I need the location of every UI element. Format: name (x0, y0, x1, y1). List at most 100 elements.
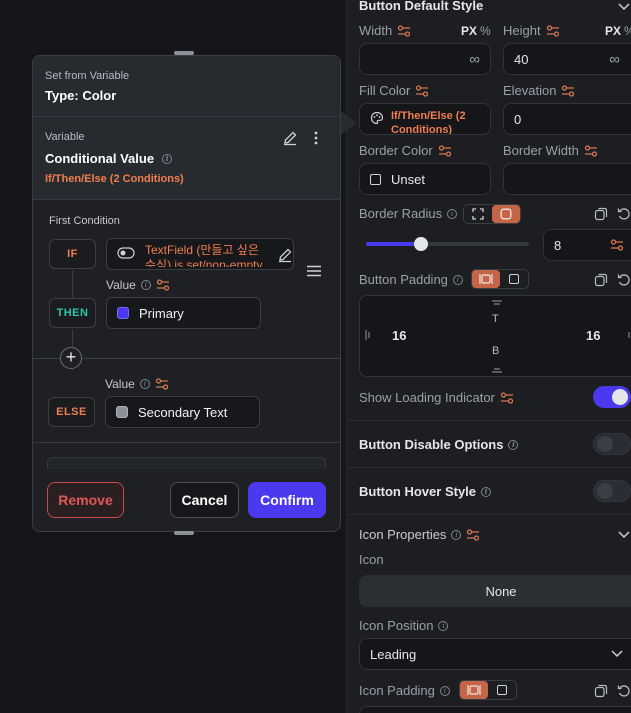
padding-top-value[interactable]: T (492, 313, 499, 325)
corners-uniform-option[interactable] (492, 205, 520, 223)
toggle-knob (612, 389, 628, 405)
icon-position-label: Icon Position i (359, 618, 449, 633)
add-condition-button[interactable]: + (60, 347, 82, 369)
variable-sliders-icon[interactable] (397, 24, 411, 37)
elevation-input[interactable]: 0 (503, 103, 631, 135)
variable-sliders-icon[interactable] (415, 84, 429, 97)
icon-picker-button[interactable]: None (359, 575, 631, 607)
variable-sliders-icon[interactable] (500, 391, 514, 404)
fill-color-label: Fill Color (359, 83, 429, 98)
copy-icon[interactable] (594, 273, 608, 287)
button-disable-toggle[interactable] (593, 433, 631, 455)
padding-right-handle-icon[interactable] (625, 329, 631, 341)
variable-title: Conditional Value i (45, 151, 173, 166)
icon-padding-mode-toggle[interactable] (459, 680, 517, 700)
info-icon[interactable]: i (451, 529, 462, 540)
corners-split-option[interactable] (464, 205, 492, 223)
icon-position-select[interactable]: Leading (359, 638, 631, 670)
if-condition-field[interactable]: TextField (만들고 싶은 수식) is set/non-empty (106, 238, 294, 270)
then-value-field[interactable]: Primary (106, 297, 261, 329)
variable-sliders-icon[interactable] (155, 378, 169, 390)
info-icon[interactable]: i (140, 280, 151, 290)
edit-pencil-icon[interactable] (277, 247, 293, 263)
button-hover-style-label: Button Hover Style i (359, 484, 492, 499)
padding-uniform-option[interactable] (500, 270, 528, 288)
padding-bottom-handle-icon[interactable] (491, 365, 503, 373)
copy-icon[interactable] (594, 684, 608, 698)
variable-sliders-icon[interactable] (561, 84, 575, 97)
else-value-label: Value i (105, 377, 169, 391)
padding-uniform-option[interactable] (488, 681, 516, 699)
variable-sliders-icon[interactable] (610, 239, 624, 251)
chevron-down-icon[interactable] (617, 0, 631, 14)
toggle-switch-icon (117, 247, 135, 259)
variable-section: Variable Conditional Value i If/Then/Els… (33, 117, 340, 200)
icon-padding-label: Icon Padding i (359, 683, 450, 698)
remove-button[interactable]: Remove (47, 482, 124, 518)
variable-sliders-icon[interactable] (466, 528, 480, 541)
chevron-down-icon[interactable] (617, 528, 631, 542)
reset-icon[interactable] (617, 273, 631, 287)
corners-icon (472, 208, 484, 220)
border-color-input[interactable]: Unset (359, 163, 491, 195)
padding-bottom-value[interactable]: B (492, 345, 499, 357)
copy-icon[interactable] (594, 207, 608, 221)
rounded-square-icon (500, 208, 512, 220)
width-input[interactable]: ∞ (359, 43, 491, 75)
variable-sliders-icon[interactable] (156, 279, 170, 291)
height-input[interactable]: 40 ∞ (503, 43, 631, 75)
fill-color-input[interactable]: If/Then/Else (2 Conditions) (359, 103, 491, 135)
next-condition-preview (47, 457, 326, 469)
padding-top-handle-icon[interactable] (491, 300, 503, 308)
primary-color-swatch (117, 307, 129, 319)
info-icon[interactable]: i (162, 153, 173, 164)
palette-icon (370, 111, 384, 125)
popover-pointer-icon (340, 110, 356, 136)
toggle-knob (597, 436, 613, 452)
info-icon[interactable]: i (139, 379, 150, 389)
info-icon[interactable]: i (447, 208, 458, 219)
padding-split-option[interactable] (472, 270, 500, 288)
border-radius-input[interactable]: 8 (543, 229, 631, 261)
padding-right-value[interactable]: 16 (586, 328, 600, 343)
more-vertical-icon[interactable] (309, 130, 323, 146)
info-icon[interactable]: i (452, 274, 463, 285)
toggle-knob (597, 483, 613, 499)
border-radius-slider[interactable] (366, 237, 529, 251)
else-chip: ELSE (48, 397, 95, 427)
button-padding-label: Button Padding i (359, 272, 463, 287)
variable-sliders-icon[interactable] (438, 144, 452, 157)
cancel-button[interactable]: Cancel (170, 482, 239, 518)
edit-pencil-icon[interactable] (282, 130, 298, 146)
info-icon[interactable]: i (438, 620, 449, 631)
info-icon[interactable]: i (439, 685, 450, 696)
first-condition-label: First Condition (49, 215, 120, 227)
padding-mode-toggle[interactable] (471, 269, 529, 289)
button-disable-options-label: Button Disable Options i (359, 437, 519, 452)
else-value-field[interactable]: Secondary Text (105, 396, 260, 428)
variable-sliders-icon[interactable] (546, 24, 560, 37)
info-icon[interactable]: i (481, 486, 492, 497)
confirm-button[interactable]: Confirm (248, 482, 326, 518)
reset-icon[interactable] (617, 684, 631, 698)
padding-left-value[interactable]: 16 (392, 328, 406, 343)
padding-left-handle-icon[interactable] (365, 329, 373, 341)
if-chip: IF (49, 239, 96, 269)
show-loading-toggle[interactable] (593, 386, 631, 408)
button-default-style-title: Button Default Style (359, 0, 483, 13)
height-unit-toggle[interactable]: PX% (605, 24, 631, 38)
padding-split-option[interactable] (460, 681, 488, 699)
drag-handle-icon[interactable] (306, 265, 322, 277)
then-chip: THEN (49, 298, 96, 328)
button-hover-toggle[interactable] (593, 480, 631, 502)
width-unit-toggle[interactable]: PX% (461, 24, 491, 38)
reset-icon[interactable] (617, 207, 631, 221)
resize-handle-bottom[interactable] (174, 531, 194, 535)
padding-sides-icon (479, 274, 493, 284)
width-label: Width (359, 23, 411, 38)
info-icon[interactable]: i (508, 439, 519, 450)
variable-sliders-icon[interactable] (584, 144, 598, 157)
border-radius-mode-toggle[interactable] (463, 204, 521, 224)
border-width-input[interactable] (503, 163, 631, 195)
slider-thumb[interactable] (414, 237, 429, 251)
